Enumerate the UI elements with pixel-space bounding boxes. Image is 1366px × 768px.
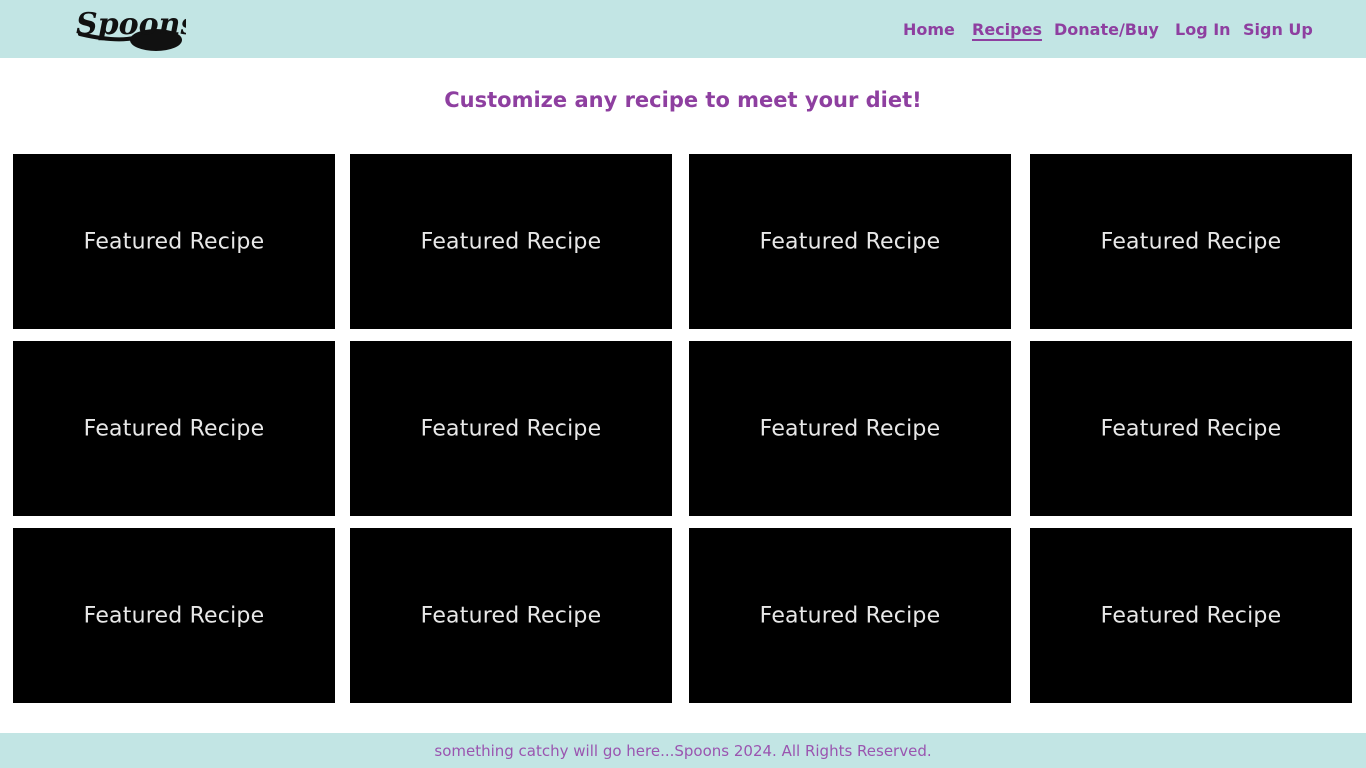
- recipe-card-label: Featured Recipe: [83, 416, 265, 441]
- recipe-card[interactable]: Featured Recipe: [1030, 528, 1352, 703]
- spoon-icon: Spoons: [76, 7, 186, 51]
- recipe-card-label: Featured Recipe: [420, 603, 602, 628]
- recipe-card[interactable]: Featured Recipe: [350, 154, 672, 329]
- footer-text: something catchy will go here...Spoons 2…: [434, 742, 932, 760]
- recipe-card[interactable]: Featured Recipe: [13, 154, 335, 329]
- nav-home[interactable]: Home: [903, 20, 955, 40]
- recipe-card[interactable]: Featured Recipe: [13, 528, 335, 703]
- recipe-card[interactable]: Featured Recipe: [689, 341, 1011, 516]
- recipe-card-label: Featured Recipe: [1100, 603, 1282, 628]
- recipe-card[interactable]: Featured Recipe: [350, 341, 672, 516]
- recipe-card-label: Featured Recipe: [759, 603, 941, 628]
- recipe-card-label: Featured Recipe: [759, 416, 941, 441]
- site-footer: something catchy will go here...Spoons 2…: [0, 733, 1366, 768]
- recipe-card[interactable]: Featured Recipe: [1030, 154, 1352, 329]
- recipe-card-label: Featured Recipe: [1100, 416, 1282, 441]
- recipe-card[interactable]: Featured Recipe: [13, 341, 335, 516]
- page-tagline: Customize any recipe to meet your diet!: [444, 88, 922, 112]
- recipe-card[interactable]: Featured Recipe: [1030, 341, 1352, 516]
- recipe-card-label: Featured Recipe: [420, 229, 602, 254]
- nav-sign-up[interactable]: Sign Up: [1243, 20, 1313, 40]
- nav-recipes[interactable]: Recipes: [972, 20, 1042, 40]
- nav-donate-buy[interactable]: Donate/Buy: [1054, 20, 1159, 40]
- recipe-card-label: Featured Recipe: [1100, 229, 1282, 254]
- nav-log-in[interactable]: Log In: [1175, 20, 1231, 40]
- recipe-card[interactable]: Featured Recipe: [689, 154, 1011, 329]
- recipe-card-label: Featured Recipe: [420, 416, 602, 441]
- site-header: Spoons Home Recipes Donate/Buy Log In Si…: [0, 0, 1366, 58]
- recipe-card[interactable]: Featured Recipe: [689, 528, 1011, 703]
- spoons-logo[interactable]: Spoons: [74, 4, 186, 54]
- recipe-card-label: Featured Recipe: [83, 603, 265, 628]
- recipe-card-label: Featured Recipe: [759, 229, 941, 254]
- logo-text: Spoons: [76, 7, 186, 42]
- recipe-card[interactable]: Featured Recipe: [350, 528, 672, 703]
- recipe-card-label: Featured Recipe: [83, 229, 265, 254]
